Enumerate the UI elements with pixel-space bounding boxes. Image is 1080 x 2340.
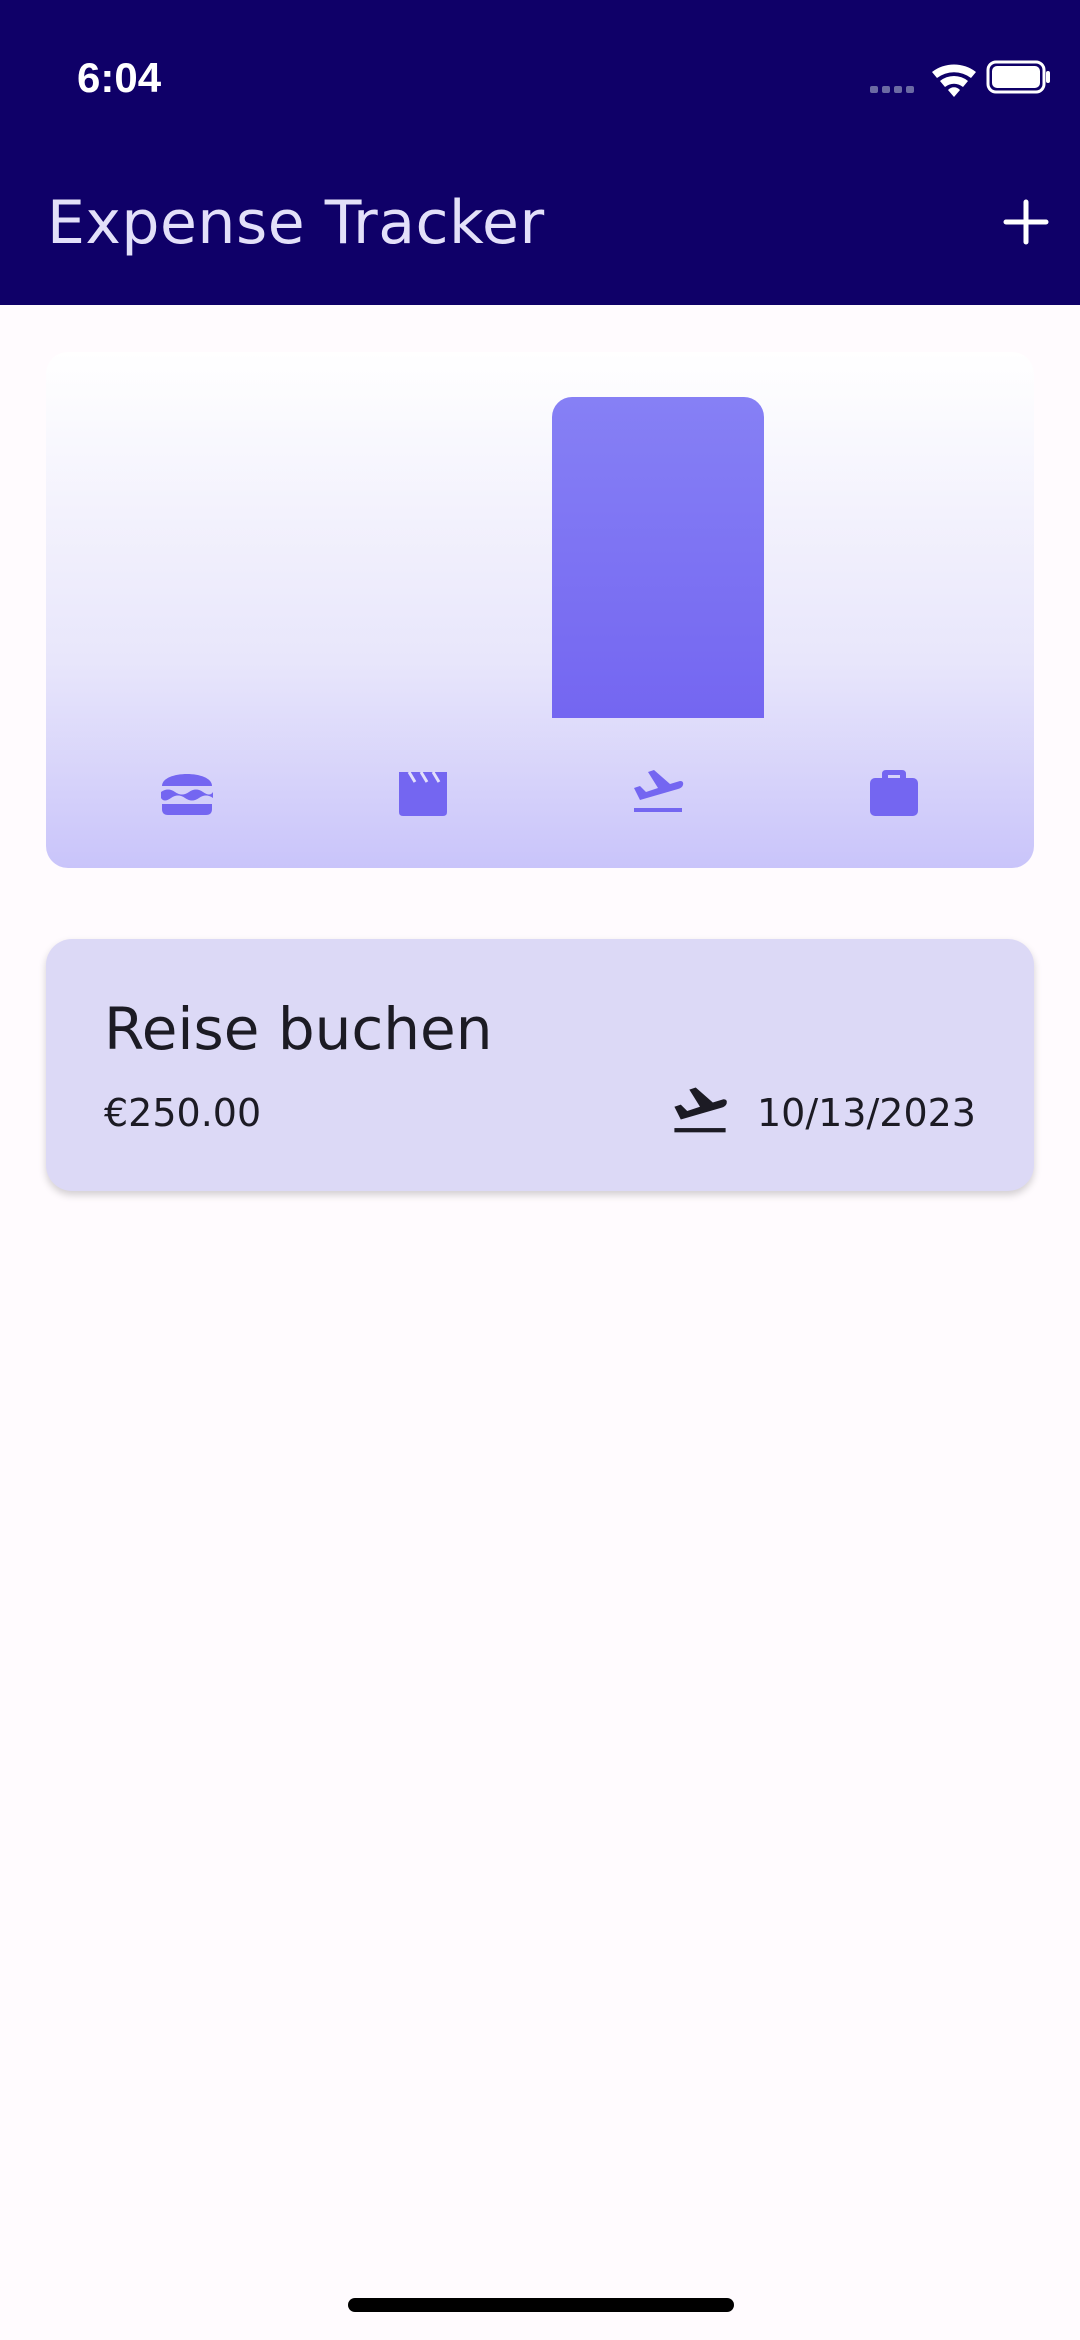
flight-takeoff-icon bbox=[634, 770, 684, 812]
home-indicator[interactable] bbox=[348, 2298, 734, 2312]
chart-bar-travel bbox=[552, 397, 764, 718]
status-time: 6:04 bbox=[77, 54, 162, 101]
signal-icon bbox=[870, 86, 914, 93]
expense-item[interactable]: Reise buchen €250.00 10/13/2023 bbox=[46, 939, 1034, 1191]
burger-icon bbox=[161, 774, 213, 815]
chart-bar-slot-leisure bbox=[364, 397, 576, 718]
flight-takeoff-icon bbox=[674, 1087, 727, 1133]
add-expense-button[interactable] bbox=[994, 190, 1058, 254]
status-icons bbox=[870, 60, 1050, 97]
chart-bar-slot-food bbox=[129, 397, 341, 718]
plus-icon bbox=[1003, 199, 1049, 245]
wifi-icon bbox=[932, 64, 976, 97]
work-briefcase-icon bbox=[870, 770, 918, 816]
chart-bars bbox=[46, 352, 1034, 718]
chart-bar-slot-travel bbox=[552, 397, 764, 718]
app-title: Expense Tracker bbox=[47, 188, 545, 258]
movie-clapper-icon bbox=[399, 771, 447, 816]
chart-bar-slot-work bbox=[786, 397, 998, 718]
battery-icon bbox=[986, 60, 1050, 94]
expense-date: 10/13/2023 bbox=[756, 1091, 976, 1135]
expense-chart bbox=[46, 352, 1034, 868]
expense-title: Reise buchen bbox=[104, 995, 493, 1063]
expense-amount: €250.00 bbox=[104, 1091, 262, 1135]
app-header: 6:04 Expense Tracker bbox=[0, 0, 1080, 305]
